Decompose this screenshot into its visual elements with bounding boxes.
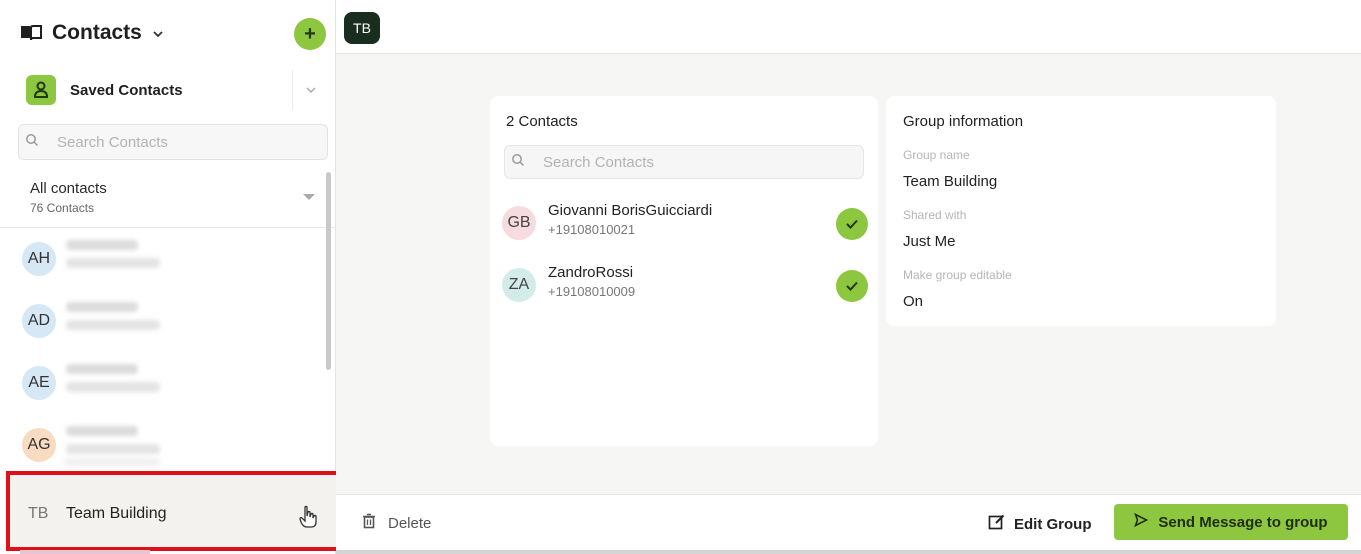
action-bar: Delete Edit Group Send Message to group <box>336 494 1361 550</box>
edit-group-label: Edit Group <box>1014 515 1092 533</box>
sidebar-title: Contacts <box>52 21 142 44</box>
blurred-name <box>66 240 138 250</box>
avatar: AE <box>22 366 56 400</box>
group-item-team-building[interactable]: TB Team Building <box>6 471 346 551</box>
field-label: Shared with <box>903 208 967 222</box>
member-row[interactable]: GB Giovanni BorisGuicciardi +19108010021 <box>490 194 878 244</box>
group-name: Team Building <box>66 505 167 522</box>
saved-contacts-label: Saved Contacts <box>70 81 183 99</box>
delete-button[interactable]: Delete <box>362 513 431 533</box>
field-label: Group name <box>903 148 970 162</box>
add-contact-button[interactable]: + <box>294 18 326 50</box>
edit-icon <box>988 513 1006 535</box>
send-message-label: Send Message to group <box>1158 513 1328 531</box>
saved-contacts-selector[interactable]: Saved Contacts <box>14 70 328 110</box>
saved-contacts-dropdown[interactable] <box>292 70 328 110</box>
all-contacts-group[interactable]: All contacts 76 Contacts <box>0 172 336 228</box>
check-icon[interactable] <box>836 270 868 302</box>
all-contacts-label: All contacts <box>30 180 107 197</box>
edit-group-button[interactable]: Edit Group <box>988 513 1092 535</box>
member-phone: +19108010009 <box>548 284 636 299</box>
members-search-input[interactable] <box>543 153 783 171</box>
search-icon <box>511 153 525 172</box>
list-item[interactable]: AE <box>0 352 326 414</box>
list-item[interactable]: AD <box>0 290 326 352</box>
contacts-header[interactable]: Contacts <box>20 16 330 50</box>
members-card: 2 Contacts GB Giovanni BorisGuicciardi +… <box>490 96 878 446</box>
book-icon <box>20 25 42 41</box>
blurred-phone <box>66 382 160 392</box>
members-search[interactable] <box>504 145 864 179</box>
avatar: GB <box>502 206 536 240</box>
member-name: ZandroRossi <box>548 264 634 281</box>
chevron-down-icon <box>305 87 316 94</box>
member-name: Giovanni BorisGuicciardi <box>548 202 713 219</box>
blurred-phone <box>66 444 160 454</box>
member-phone: +19108010021 <box>548 222 636 237</box>
members-title: 2 Contacts <box>506 113 578 130</box>
blurred-name <box>66 302 138 312</box>
blurred-phone <box>66 258 160 268</box>
avatar: AG <box>22 428 56 462</box>
sidebar-search-input[interactable] <box>57 133 297 151</box>
next-item-edge <box>20 550 150 554</box>
blurred-name <box>66 426 138 436</box>
caret-down-icon[interactable] <box>303 194 315 200</box>
sidebar-scrollbar[interactable] <box>326 172 331 370</box>
blurred-name <box>66 364 138 374</box>
hand-cursor-icon <box>298 505 318 534</box>
group-info-card: Group information Group name Team Buildi… <box>886 96 1276 326</box>
check-icon[interactable] <box>836 208 868 240</box>
delete-label: Delete <box>388 514 432 532</box>
avatar: ZA <box>502 268 536 302</box>
field-value: On <box>903 293 924 310</box>
blurred-phone <box>66 320 160 330</box>
sidebar-search[interactable] <box>18 124 328 160</box>
chevron-down-icon[interactable] <box>152 27 164 39</box>
send-message-button[interactable]: Send Message to group <box>1114 504 1348 540</box>
all-contacts-count: 76 Contacts <box>30 201 95 215</box>
field-label: Make group editable <box>903 268 1012 282</box>
main-panel: TB 2 Contacts GB Giovanni BorisGuicciard… <box>336 0 1361 554</box>
avatar: AH <box>22 242 56 276</box>
field-value: Team Building <box>903 173 998 190</box>
avatar: AD <box>22 304 56 338</box>
top-bar: TB <box>336 0 1361 54</box>
window-bottom-edge <box>336 550 1361 554</box>
blurred-detail <box>64 458 160 466</box>
person-icon <box>26 75 56 105</box>
group-info-title: Group information <box>903 113 1024 130</box>
list-item[interactable]: AH <box>0 228 326 290</box>
send-icon <box>1134 512 1149 531</box>
group-badge: TB <box>344 12 380 44</box>
trash-icon <box>362 513 376 533</box>
sidebar: Contacts + Saved Contacts All contacts 7… <box>0 0 346 554</box>
field-value: Just Me <box>903 233 956 250</box>
app-window: Contacts + Saved Contacts All contacts 7… <box>0 0 1361 554</box>
list-item[interactable]: AG <box>0 414 326 476</box>
member-row[interactable]: ZA ZandroRossi +19108010009 <box>490 256 878 306</box>
group-initials: TB <box>28 505 49 522</box>
search-icon <box>25 133 39 152</box>
